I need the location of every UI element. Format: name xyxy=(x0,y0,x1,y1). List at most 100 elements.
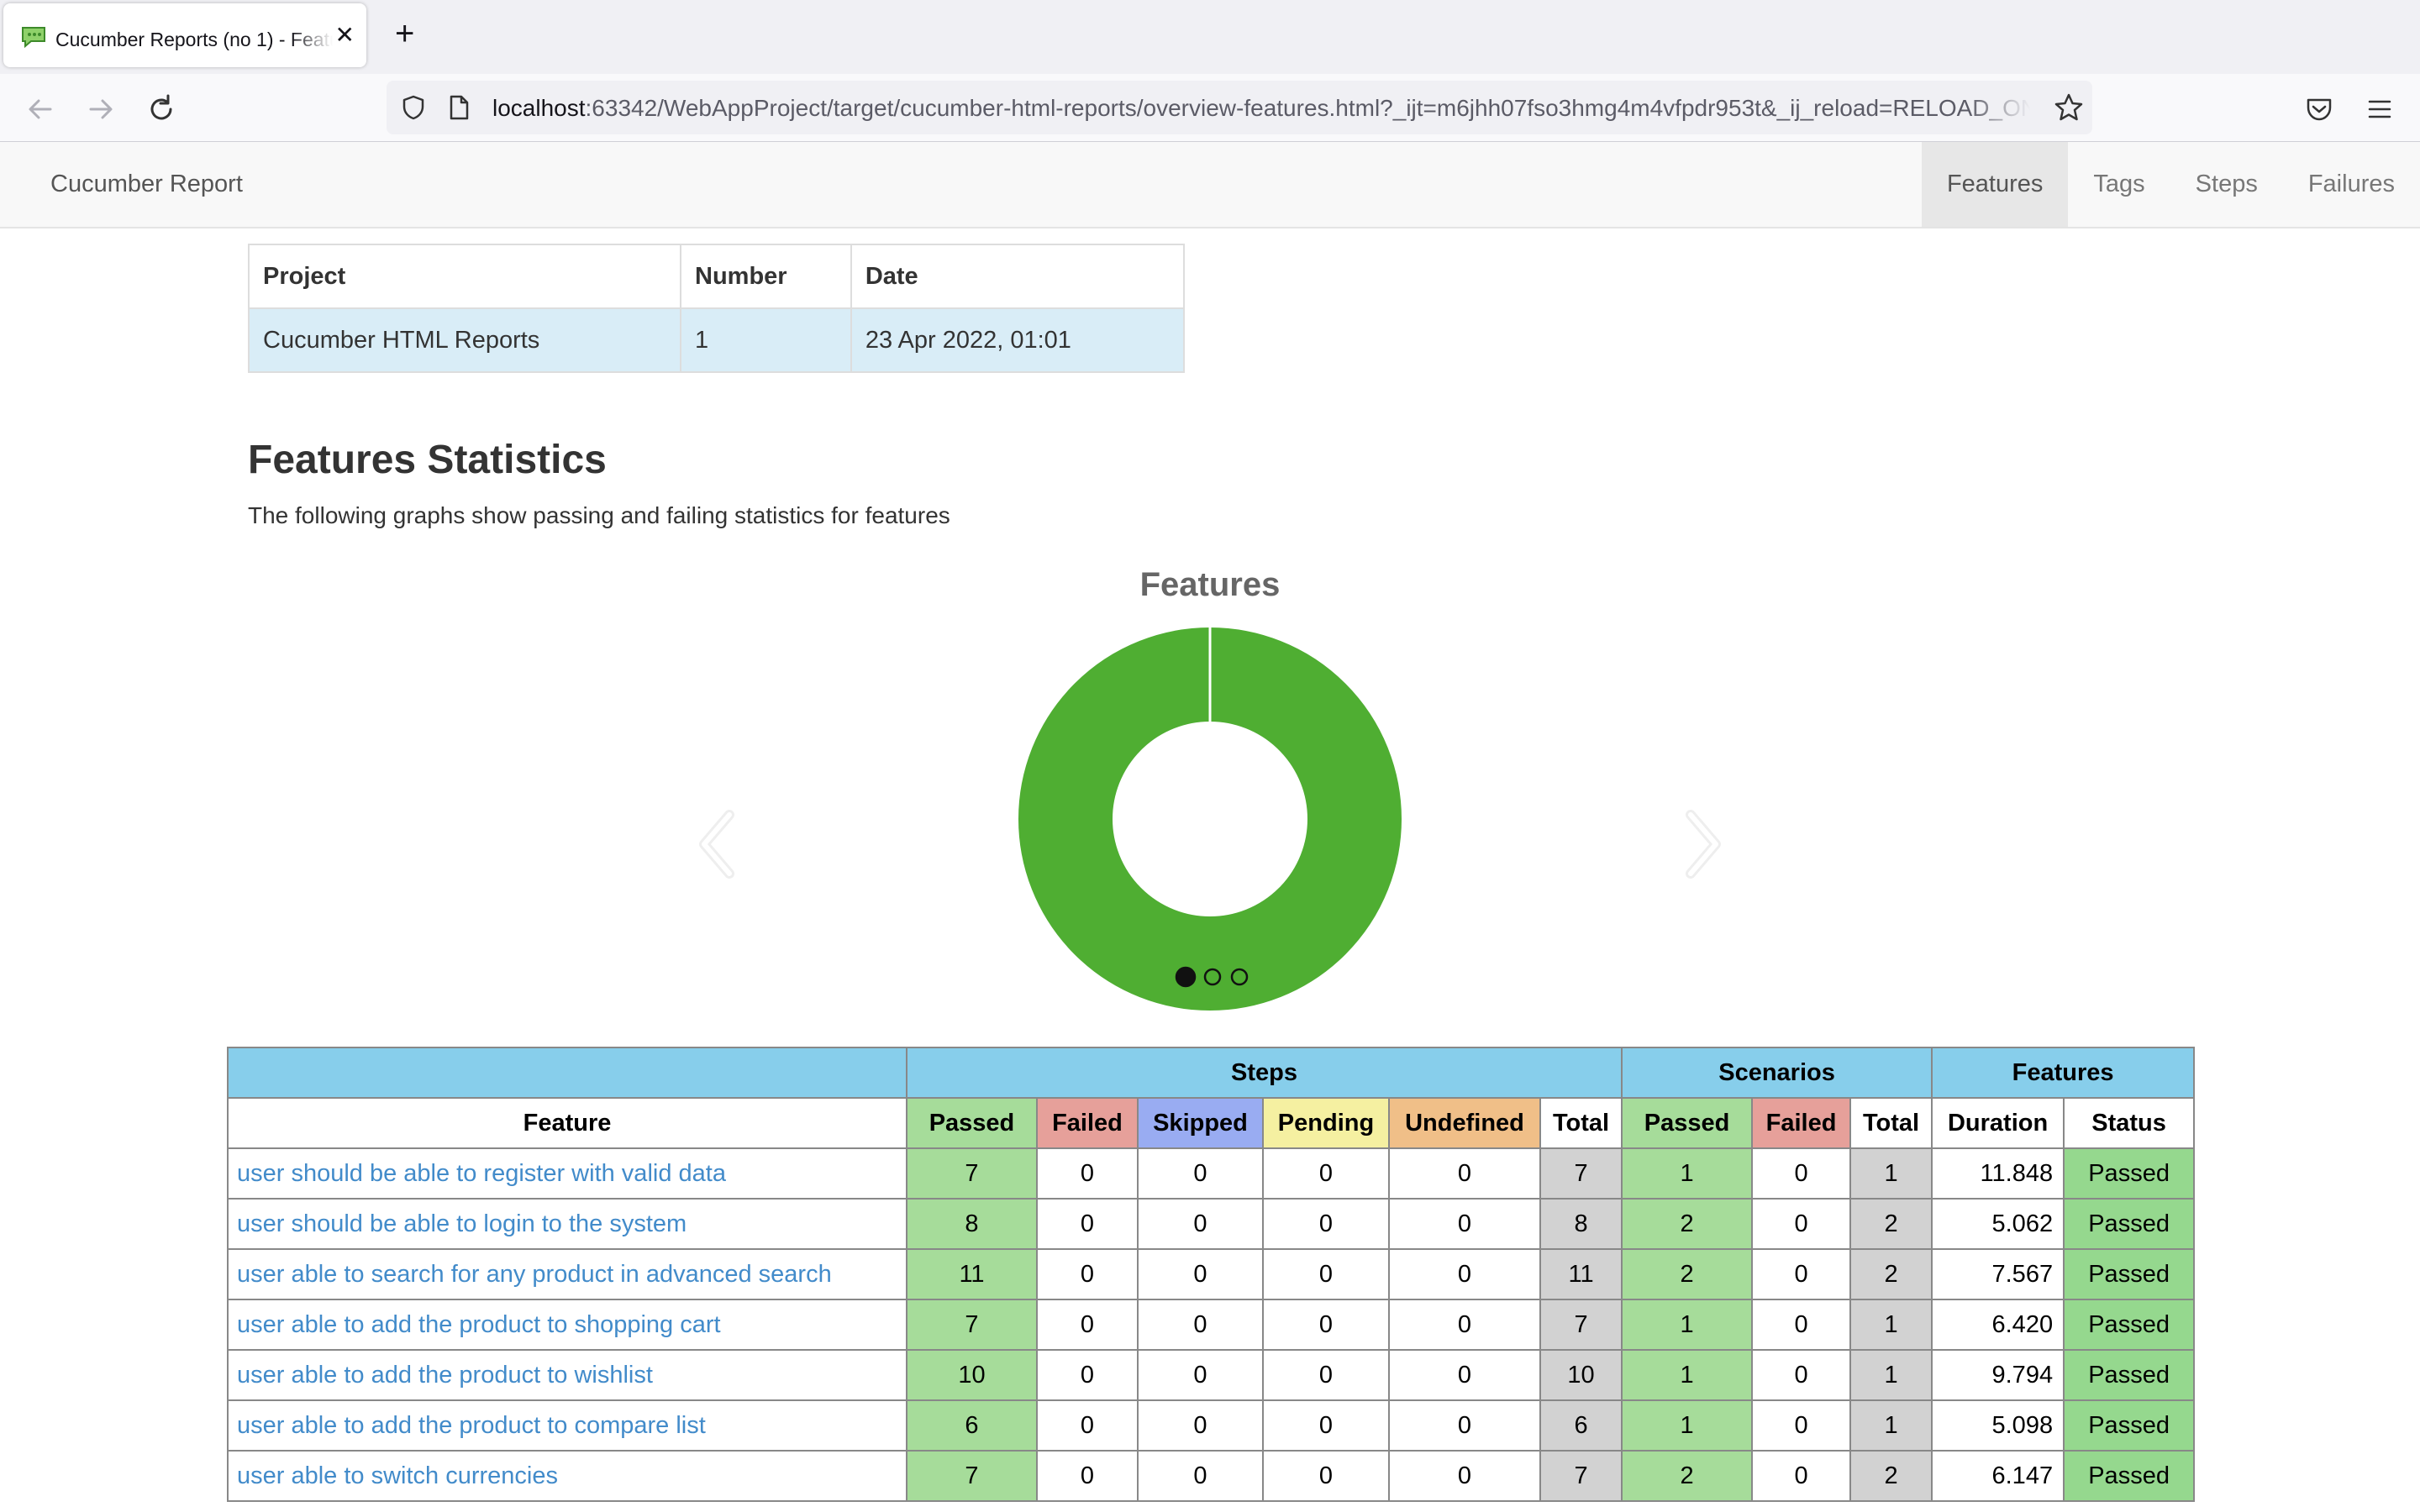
page-info-icon[interactable] xyxy=(447,94,471,121)
steps-total: 7 xyxy=(1539,1299,1623,1351)
feature-link[interactable]: user should be able to login to the syst… xyxy=(227,1198,908,1250)
nav-link-tags[interactable]: Tags xyxy=(2068,142,2170,227)
carousel-next-arrow-icon[interactable] xyxy=(1677,806,1728,882)
build-date: 23 Apr 2022, 01:01 xyxy=(850,307,1186,373)
scenarios-total: 1 xyxy=(1849,1299,1933,1351)
nav-link-steps[interactable]: Steps xyxy=(2170,142,2283,227)
statistics-description: The following graphs show passing and fa… xyxy=(248,502,950,528)
col-steps-failed[interactable]: Failed xyxy=(1036,1097,1139,1149)
col-scenarios-passed[interactable]: Passed xyxy=(1621,1097,1754,1149)
steps-pending: 0 xyxy=(1262,1399,1390,1452)
steps-pending: 0 xyxy=(1262,1147,1390,1200)
header-project: Project xyxy=(248,244,681,309)
scenarios-total: 2 xyxy=(1849,1450,1933,1502)
feature-status: Passed xyxy=(2063,1299,2196,1351)
carousel-dot[interactable] xyxy=(1230,968,1249,986)
feature-link[interactable]: user able to add the product to compare … xyxy=(227,1399,908,1452)
col-scenarios-total[interactable]: Total xyxy=(1849,1097,1933,1149)
steps-total: 8 xyxy=(1539,1198,1623,1250)
steps-pending: 0 xyxy=(1262,1248,1390,1300)
col-steps-total[interactable]: Total xyxy=(1539,1097,1623,1149)
col-steps-undefined[interactable]: Undefined xyxy=(1388,1097,1541,1149)
col-steps-skipped[interactable]: Skipped xyxy=(1137,1097,1264,1149)
feature-row: user able to add the product to shopping… xyxy=(227,1299,2196,1351)
scenarios-passed: 2 xyxy=(1621,1450,1754,1502)
steps-undefined: 0 xyxy=(1388,1399,1541,1452)
scenarios-total: 1 xyxy=(1849,1349,1933,1401)
scenarios-failed: 0 xyxy=(1751,1147,1852,1200)
forward-arrow-icon[interactable] xyxy=(84,92,118,126)
back-arrow-icon[interactable] xyxy=(24,92,57,126)
col-scenarios-failed[interactable]: Failed xyxy=(1751,1097,1852,1149)
steps-passed: 8 xyxy=(906,1198,1038,1250)
project-info-header-row: Project Number Date xyxy=(248,244,1186,309)
feature-link[interactable]: user should be able to register with val… xyxy=(227,1147,908,1200)
new-tab-icon[interactable]: + xyxy=(395,17,414,50)
cucumber-favicon-icon xyxy=(22,27,45,49)
steps-skipped: 0 xyxy=(1137,1349,1264,1401)
carousel-dot[interactable] xyxy=(1203,968,1222,986)
carousel-dot[interactable] xyxy=(1175,966,1197,988)
browser-tab[interactable]: Cucumber Reports (no 1) - Features ✕ xyxy=(3,3,366,67)
feature-link[interactable]: user able to search for any product in a… xyxy=(227,1248,908,1300)
feature-status: Passed xyxy=(2063,1248,2196,1300)
report-brand[interactable]: Cucumber Report xyxy=(50,171,243,198)
group-header-features: Features xyxy=(1931,1047,2196,1099)
steps-skipped: 0 xyxy=(1137,1450,1264,1502)
tab-close-icon[interactable]: ✕ xyxy=(335,24,355,47)
address-bar[interactable]: localhost:63342/WebAppProject/target/cuc… xyxy=(387,81,2092,134)
feature-row: user able to search for any product in a… xyxy=(227,1248,2196,1300)
carousel-indicators[interactable] xyxy=(1173,964,1249,990)
steps-undefined: 0 xyxy=(1388,1450,1541,1502)
report-nav-links: Features Tags Steps Failures xyxy=(1921,142,2420,227)
feature-link[interactable]: user able to switch currencies xyxy=(227,1450,908,1502)
tracking-protection-shield-icon[interactable] xyxy=(400,94,427,121)
group-header-scenarios: Scenarios xyxy=(1621,1047,1933,1099)
feature-duration: 7.567 xyxy=(1931,1248,2065,1300)
feature-link[interactable]: user able to add the product to shopping… xyxy=(227,1299,908,1351)
steps-total: 10 xyxy=(1539,1349,1623,1401)
col-status[interactable]: Status xyxy=(2063,1097,2196,1149)
feature-row: user should be able to register with val… xyxy=(227,1147,2196,1200)
chart-title: Features xyxy=(1139,566,1281,603)
col-duration[interactable]: Duration xyxy=(1931,1097,2065,1149)
features-table-group-row: Steps Scenarios Features xyxy=(227,1047,2196,1099)
pocket-icon[interactable] xyxy=(2304,94,2334,124)
carousel-prev-arrow-icon[interactable] xyxy=(692,806,743,882)
features-table-body: user should be able to register with val… xyxy=(227,1147,2196,1502)
col-feature[interactable]: Feature xyxy=(227,1097,908,1149)
col-steps-passed[interactable]: Passed xyxy=(906,1097,1038,1149)
steps-failed: 0 xyxy=(1036,1349,1139,1401)
feature-duration: 9.794 xyxy=(1931,1349,2065,1401)
col-steps-pending[interactable]: Pending xyxy=(1262,1097,1390,1149)
feature-duration: 6.147 xyxy=(1931,1450,2065,1502)
url-text[interactable]: localhost:63342/WebAppProject/target/cuc… xyxy=(492,95,2030,122)
steps-pending: 0 xyxy=(1262,1349,1390,1401)
steps-undefined: 0 xyxy=(1388,1349,1541,1401)
steps-failed: 0 xyxy=(1036,1147,1139,1200)
features-table: Steps Scenarios Features Feature Passed … xyxy=(227,1047,2196,1502)
url-host: localhost xyxy=(492,95,586,121)
steps-pending: 0 xyxy=(1262,1198,1390,1250)
feature-row: user able to add the product to compare … xyxy=(227,1399,2196,1452)
feature-status: Passed xyxy=(2063,1399,2196,1452)
group-header-steps: Steps xyxy=(905,1047,1623,1099)
group-header-empty xyxy=(227,1047,908,1099)
bookmark-star-icon[interactable] xyxy=(2054,92,2084,123)
nav-link-failures[interactable]: Failures xyxy=(2283,142,2420,227)
header-date: Date xyxy=(850,244,1186,309)
steps-passed: 7 xyxy=(906,1450,1038,1502)
feature-row: user able to switch currencies 7 0 0 0 0 7 2 0 2 6… xyxy=(227,1450,2196,1502)
scenarios-failed: 0 xyxy=(1751,1349,1852,1401)
header-number: Number xyxy=(680,244,852,309)
steps-skipped: 0 xyxy=(1137,1147,1264,1200)
scenarios-passed: 2 xyxy=(1621,1248,1754,1300)
feature-link[interactable]: user able to add the product to wishlist xyxy=(227,1349,908,1401)
features-table-header-row: Feature Passed Failed Skipped Pending Un… xyxy=(227,1097,2196,1149)
reload-icon[interactable] xyxy=(145,92,178,126)
nav-link-features[interactable]: Features xyxy=(1921,142,2069,227)
steps-skipped: 0 xyxy=(1137,1198,1264,1250)
steps-failed: 0 xyxy=(1036,1299,1139,1351)
hamburger-menu-icon[interactable] xyxy=(2365,94,2395,124)
steps-passed: 7 xyxy=(906,1147,1038,1200)
